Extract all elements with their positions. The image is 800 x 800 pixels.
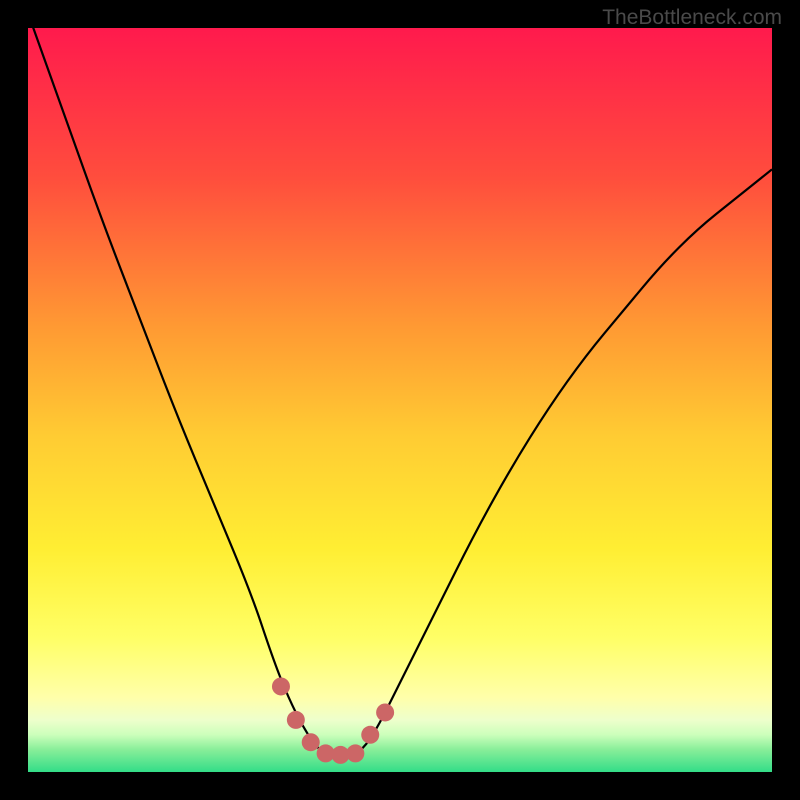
marker-point — [272, 677, 290, 695]
watermark-text: TheBottleneck.com — [602, 6, 782, 30]
plot-area — [28, 28, 772, 772]
curve-layer — [28, 28, 772, 772]
chart-container: TheBottleneck.com — [0, 0, 800, 800]
marker-point — [302, 733, 320, 751]
marker-point — [376, 703, 394, 721]
marker-point — [346, 744, 364, 762]
bottleneck-curve — [28, 28, 772, 757]
marker-point — [361, 726, 379, 744]
marker-point — [287, 711, 305, 729]
optimal-range-markers — [272, 677, 394, 763]
